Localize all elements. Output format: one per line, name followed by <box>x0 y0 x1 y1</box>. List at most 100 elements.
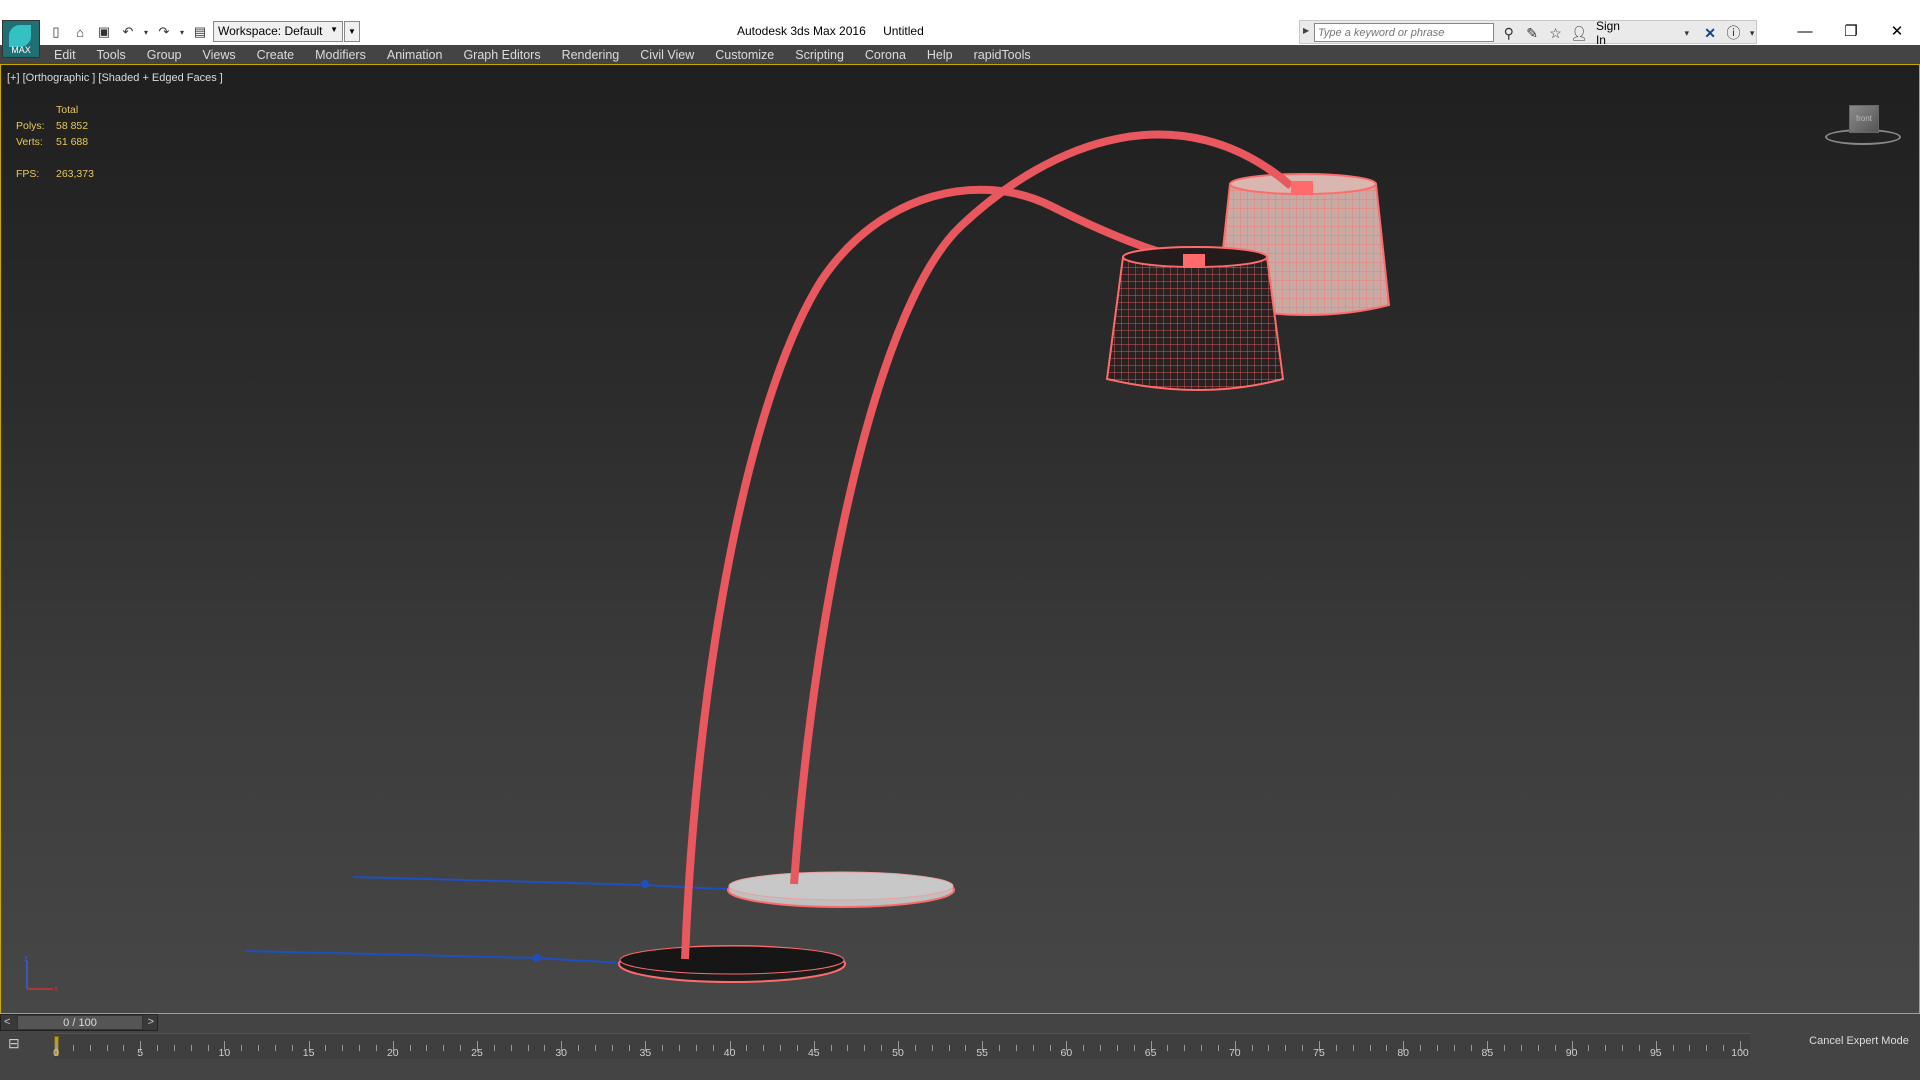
cancel-expert-mode-button[interactable]: Cancel Expert Mode <box>1803 1028 1915 1054</box>
title-bar: MAX ▯ ⌂ ▣ ↶ ▾ ↷ ▾ ▤ Workspace: Default ▼… <box>0 0 1920 58</box>
time-prev-button[interactable]: < <box>4 1016 10 1028</box>
menu-scripting[interactable]: Scripting <box>795 48 844 62</box>
exchange-apps-icon[interactable]: ✕ <box>1701 25 1718 42</box>
svg-text:z: z <box>24 955 28 963</box>
close-icon[interactable]: ✕ <box>1874 18 1920 45</box>
document-name: Untitled <box>883 24 924 38</box>
time-slider[interactable]: < 0 / 100 > <box>0 1014 158 1031</box>
infocenter-tools: ⚲ ✎ ☆ 👤︎ Sign In ▾ ✕ ⓘ ▾ <box>1500 19 1756 47</box>
menu-help[interactable]: Help <box>927 48 953 62</box>
menu-graph-editors[interactable]: Graph Editors <box>463 48 540 62</box>
scene-canvas[interactable] <box>1 65 1919 1013</box>
time-slider-thumb[interactable]: 0 / 100 <box>17 1015 143 1030</box>
cable-spline-back <box>352 876 737 890</box>
time-next-button[interactable]: > <box>148 1016 154 1028</box>
window-controls: — ❐ ✕ <box>1782 18 1920 45</box>
time-slider-track[interactable] <box>158 1014 1920 1031</box>
ruler-tick <box>1335 1045 1337 1051</box>
menu-tools[interactable]: Tools <box>97 48 126 62</box>
ruler-tick <box>89 1045 91 1051</box>
svg-text:x: x <box>54 984 58 993</box>
ruler-label: 80 <box>1397 1047 1410 1059</box>
back-lamp-base-top <box>728 871 954 901</box>
menu-create[interactable]: Create <box>257 48 295 62</box>
sign-in-button[interactable]: Sign In <box>1596 19 1632 47</box>
ruler-label: 40 <box>723 1047 736 1059</box>
ruler-tick <box>190 1045 192 1051</box>
ruler-tick <box>510 1045 512 1051</box>
viewport-orthographic[interactable]: [+] [Orthographic ] [Shaded + Edged Face… <box>0 64 1920 1014</box>
project-folder-icon[interactable]: ▤ <box>190 22 210 42</box>
ruler-tick <box>123 1045 125 1051</box>
customize-qat-button[interactable]: ▼ <box>344 21 360 42</box>
menu-views[interactable]: Views <box>202 48 235 62</box>
workspace-dropdown[interactable]: Workspace: Default ▼ <box>213 21 343 42</box>
ruler-tick <box>712 1045 714 1051</box>
ruler-tick <box>746 1045 748 1051</box>
stats-total-label: Total <box>56 104 79 116</box>
menu-group[interactable]: Group <box>147 48 182 62</box>
ruler-tick <box>1251 1045 1253 1051</box>
menu-rendering[interactable]: Rendering <box>562 48 620 62</box>
stats-fps-label: FPS: <box>16 168 40 180</box>
timeline-area: < 0 / 100 > ⊟ 0 5 10 15 20 25 30 35 40 45 50 55 60 65… <box>0 1014 1920 1080</box>
ruler-tick <box>1083 1045 1085 1051</box>
stats-verts-value: 51 688 <box>56 136 89 148</box>
help-icon[interactable]: ⓘ <box>1725 23 1742 43</box>
ruler-tick <box>241 1045 243 1051</box>
menu-civil-view[interactable]: Civil View <box>640 48 694 62</box>
ruler-tick <box>881 1045 883 1051</box>
ruler-tick <box>1436 1045 1438 1051</box>
open-file-icon[interactable]: ⌂ <box>70 22 90 42</box>
ruler-label: 95 <box>1649 1047 1662 1059</box>
restore-icon[interactable]: ❐ <box>1828 18 1874 45</box>
save-file-icon[interactable]: ▣ <box>94 22 114 42</box>
menu-modifiers[interactable]: Modifiers <box>315 48 366 62</box>
viewcube[interactable]: front <box>1825 101 1901 151</box>
ruler-tick <box>173 1045 175 1051</box>
viewcube-face[interactable]: front <box>1849 105 1879 133</box>
ruler-tick <box>1622 1045 1624 1051</box>
undo-icon[interactable]: ↶ <box>118 22 138 42</box>
ruler-tick <box>1638 1045 1640 1051</box>
menu-edit[interactable]: Edit <box>54 48 76 62</box>
ruler-label: 20 <box>386 1047 399 1059</box>
ruler-tick <box>1302 1045 1304 1051</box>
menu-rapidtools[interactable]: rapidTools <box>974 48 1031 62</box>
ruler-tick <box>695 1045 697 1051</box>
infocenter-collapse-icon[interactable]: ▶ <box>1303 26 1309 35</box>
menu-animation[interactable]: Animation <box>387 48 443 62</box>
ruler-tick <box>1201 1045 1203 1051</box>
ruler-tick <box>443 1045 445 1051</box>
help-dropdown-icon[interactable]: ▾ <box>1748 28 1756 39</box>
ruler-label: 45 <box>807 1047 820 1059</box>
ruler-tick <box>679 1045 681 1051</box>
ruler-tick <box>864 1045 866 1051</box>
new-file-icon[interactable]: ▯ <box>46 22 66 42</box>
ruler-tick <box>1049 1045 1051 1051</box>
user-icon[interactable]: 👤︎ <box>1570 25 1588 42</box>
undo-dropdown-icon[interactable]: ▾ <box>142 22 150 42</box>
subscription-icon[interactable]: ✎ <box>1523 25 1540 42</box>
ruler-tick <box>527 1045 529 1051</box>
redo-dropdown-icon[interactable]: ▾ <box>178 22 186 42</box>
sign-in-dropdown-icon[interactable]: ▾ <box>1678 28 1695 39</box>
application-menu-button[interactable]: MAX <box>2 20 40 58</box>
menu-corona[interactable]: Corona <box>865 48 906 62</box>
ruler-label: 60 <box>1060 1047 1073 1059</box>
menu-bar: Edit Tools Group Views Create Modifiers … <box>0 45 1920 64</box>
menu-customize[interactable]: Customize <box>715 48 774 62</box>
ruler-tick <box>1184 1045 1186 1051</box>
redo-icon[interactable]: ↷ <box>154 22 174 42</box>
ruler-tick <box>544 1045 546 1051</box>
track-bar-icon[interactable]: ⊟ <box>8 1035 36 1057</box>
viewport-label-menu[interactable]: [+] [Orthographic ] [Shaded + Edged Face… <box>7 72 223 84</box>
ruler-label: 0 <box>53 1047 59 1059</box>
track-bar[interactable]: 0 5 10 15 20 25 30 35 40 45 50 55 60 65 70 75 80 85 90 95 10… <box>53 1033 1750 1059</box>
cable-vertex <box>533 954 541 962</box>
cable-spline-front <box>244 950 627 964</box>
search-input[interactable] <box>1314 23 1494 42</box>
favorites-star-icon[interactable]: ☆ <box>1547 25 1564 42</box>
minimize-icon[interactable]: — <box>1782 18 1828 45</box>
binoculars-icon[interactable]: ⚲ <box>1500 25 1517 42</box>
